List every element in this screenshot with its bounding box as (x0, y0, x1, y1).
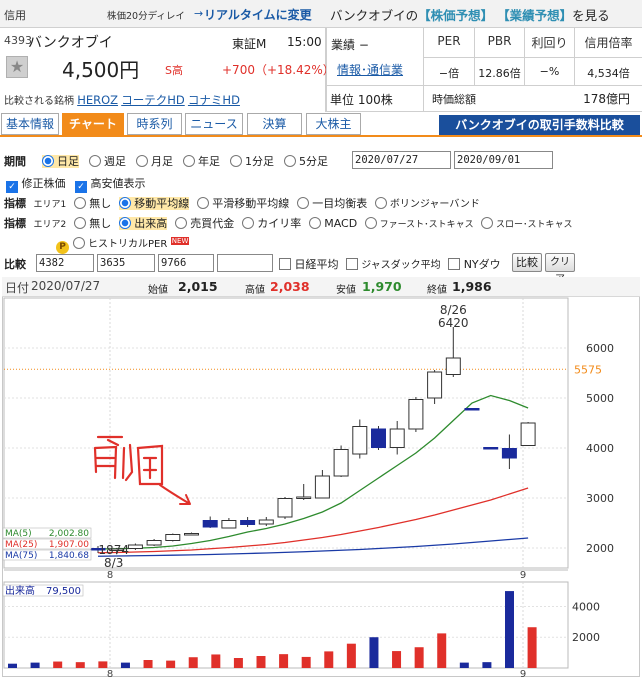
candle-body (483, 447, 499, 450)
volume-bar (414, 647, 424, 668)
volume-bar (188, 657, 198, 668)
ma-legend-value: 2,002.80 (49, 529, 89, 539)
candle-body (352, 426, 368, 455)
price-tick-label: 2000 (586, 542, 614, 555)
price-tick-label: 6000 (586, 342, 614, 355)
high-value-label: 6420 (438, 316, 469, 330)
volume-bar (459, 662, 469, 668)
volume-tick-label: 4000 (572, 600, 600, 613)
candle-body (165, 534, 181, 541)
volume-bar (482, 662, 492, 668)
volume-bar (301, 656, 311, 668)
candle-body (202, 520, 218, 528)
price-chart[interactable]: 2000 3000 4000 5000 6000 8 9 5575 8/266420 18748/… (0, 0, 642, 678)
price-tick-label: 4000 (586, 442, 614, 455)
candle-body (221, 520, 237, 529)
price-tick-label: 3000 (586, 492, 614, 505)
candle-body (389, 428, 405, 448)
x-tick-label: 9 (520, 570, 526, 581)
candle-body (277, 498, 293, 518)
volume-bar (527, 627, 537, 668)
candle-body (333, 449, 349, 477)
volume-bar (211, 654, 221, 668)
volume-legend-label: 出来高 (5, 584, 35, 597)
volume-bar (75, 662, 85, 668)
low-date-label: 8/3 (104, 556, 123, 570)
volume-bar (346, 643, 356, 668)
volume-bar (98, 661, 108, 668)
candle-body (501, 448, 517, 459)
candle-body (127, 544, 143, 549)
volume-bar (256, 656, 266, 668)
price-pane (3, 297, 569, 569)
volume-bar (324, 651, 334, 668)
candle-body (371, 428, 386, 448)
volume-bar (143, 660, 153, 668)
volume-bar (437, 633, 447, 668)
candle-body (184, 533, 199, 536)
volume-bar (166, 660, 176, 668)
volume-x-tick-label: 8 (107, 669, 113, 678)
ma-legend-name: MA(5) (5, 529, 32, 539)
volume-bar (392, 651, 402, 668)
volume-bar (8, 663, 17, 668)
candle-body (258, 519, 274, 525)
candle-body (445, 357, 461, 375)
ma-legend-name: MA(75) (5, 551, 37, 561)
candle-body (296, 496, 312, 499)
volume-bar (53, 661, 63, 668)
volume-bar (233, 658, 243, 668)
volume-x-tick-label: 9 (520, 669, 526, 678)
price-tick-label: 5000 (586, 392, 614, 405)
high-date-label: 8/26 (440, 303, 467, 317)
ma-legend-value: 1,840.68 (49, 551, 89, 561)
volume-legend-value: 79,500 (46, 586, 81, 597)
volume-tick-label: 2000 (572, 631, 600, 644)
candle-body (427, 371, 443, 399)
volume-bar (369, 637, 379, 668)
ma-legend-value: 1,907.00 (49, 540, 89, 550)
x-tick-label: 8 (107, 570, 113, 581)
candle-body (464, 408, 480, 411)
candle-body (146, 540, 162, 546)
volume-bar (30, 662, 40, 668)
candle-body (408, 399, 424, 430)
chart-grid (3, 297, 569, 669)
volume-bar (279, 654, 289, 668)
candle-body (314, 475, 330, 499)
candle-body (520, 422, 536, 446)
volume-bar (505, 591, 514, 668)
candle-body (240, 520, 256, 525)
volume-bar (120, 662, 130, 668)
low-value-label: 1874 (98, 543, 129, 557)
current-price-label: 5575 (574, 363, 602, 376)
ma-legend-name: MA(25) (5, 540, 37, 550)
